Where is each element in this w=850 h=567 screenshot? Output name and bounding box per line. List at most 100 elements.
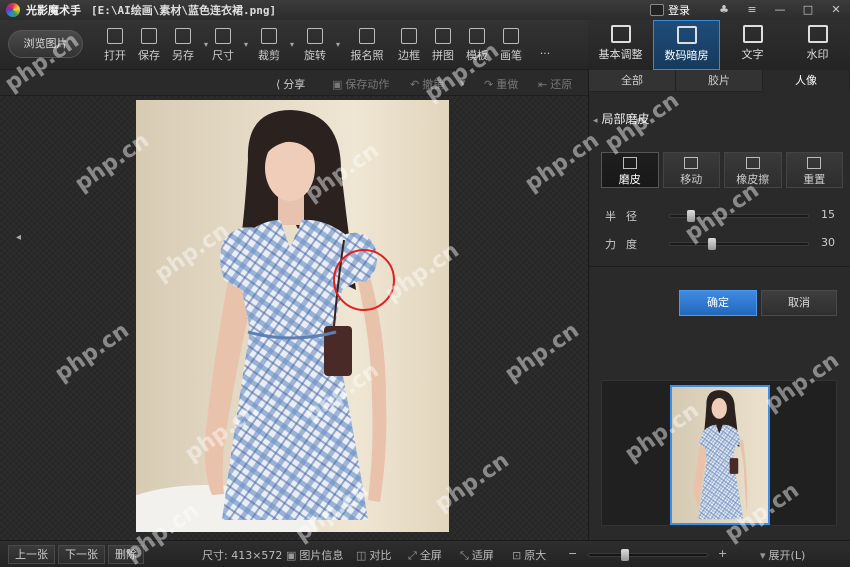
slider-label: 力度 [605, 238, 647, 251]
mode-label: 文字 [741, 48, 764, 61]
fit-screen-button[interactable]: ⤡ 适屏 [460, 547, 494, 563]
tool-brush[interactable]: 画笔 [494, 26, 528, 66]
zoom-slider-thumb[interactable] [621, 549, 629, 561]
section-header[interactable]: ◂ 局部磨皮 [593, 110, 650, 127]
tool-size[interactable]: 尺寸 ▾ [206, 26, 248, 66]
fit-screen-icon: ⤡ [460, 549, 469, 562]
slider-thumb[interactable] [708, 238, 716, 250]
button-label: 磨皮 [618, 173, 641, 186]
save-action-button[interactable]: ▣ 保存动作 [332, 76, 389, 92]
app-title: 光影魔术手 [26, 4, 81, 17]
slider-label: 半径 [605, 210, 647, 223]
tool-label: 裁剪 [258, 49, 280, 62]
mode-tab-digital-darkroom[interactable]: 数码暗房 [653, 20, 720, 70]
panel-tabs: 全部 胶片 人像 [589, 70, 850, 92]
expand-icon: ▾ [760, 549, 766, 562]
eraser-icon [745, 157, 760, 169]
file-path: [E:\AI绘画\素材\蓝色连衣裙.png] [91, 4, 277, 17]
mode-tab-basic-adjust[interactable]: 基本调整 [588, 20, 653, 70]
compare-button[interactable]: ◫ 对比 [356, 547, 391, 563]
tool-rotate[interactable]: 旋转 ▾ [298, 26, 340, 66]
maximize-button[interactable]: □ [794, 0, 822, 20]
border-icon [401, 28, 417, 44]
tool-open[interactable]: 打开 [98, 26, 132, 66]
save-as-icon [175, 28, 191, 44]
panel-tab[interactable]: 人像 [763, 70, 850, 92]
cancel-button[interactable]: 取消 [761, 290, 837, 316]
close-button[interactable]: ✕ [822, 0, 850, 20]
dropdown-caret-icon[interactable]: ▾ [290, 40, 294, 49]
crop-icon [261, 28, 277, 44]
share-button[interactable]: ⟨ 分享 [276, 76, 305, 92]
collapse-arrow-icon[interactable]: ◂ [16, 232, 21, 243]
panel-tab[interactable]: 胶片 [676, 70, 763, 92]
slider-value: 15 [821, 208, 835, 221]
thumbnail-illustration [693, 390, 748, 520]
panel-tab[interactable]: 全部 [589, 70, 676, 92]
menu-icon[interactable]: ≡ [738, 0, 766, 20]
original-size-label: 原大 [524, 549, 547, 562]
original-size-button[interactable]: ⊡ 原大 [512, 547, 546, 563]
reset-icon [807, 157, 822, 169]
confirm-button[interactable]: 确定 [679, 290, 757, 316]
zoom-in-button[interactable]: + [718, 547, 727, 560]
fullscreen-icon: ⤢ [408, 549, 417, 562]
save-action-label: 保存动作 [345, 78, 390, 91]
photo[interactable] [136, 100, 449, 532]
slider-track[interactable] [669, 210, 809, 222]
fit-screen-label: 适屏 [471, 549, 494, 562]
compare-label: 对比 [369, 549, 392, 562]
app-logo-icon [6, 3, 20, 17]
save-action-icon: ▣ [332, 78, 343, 91]
smooth-skin-button[interactable]: 磨皮 [601, 152, 659, 188]
smooth-skin-icon [622, 157, 637, 169]
mode-tab-text[interactable]: 文字 [720, 20, 785, 70]
prev-image-button[interactable]: 上一张 [8, 545, 55, 564]
image-canvas[interactable]: ◂ [0, 96, 588, 540]
minimize-button[interactable]: — [766, 0, 794, 20]
redo-button[interactable]: ↷ 重做 [484, 76, 518, 92]
next-image-button[interactable]: 下一张 [58, 545, 105, 564]
tool-label: 画笔 [500, 49, 522, 62]
tool-border[interactable]: 边框 [392, 26, 426, 66]
tool-template[interactable]: 模板 [460, 26, 494, 66]
skin-icon[interactable]: ♣ [710, 0, 738, 20]
eraser-button[interactable]: 橡皮擦 [724, 152, 782, 188]
restore-button[interactable]: ⇤ 还原 [538, 76, 572, 92]
mode-tab-watermark[interactable]: 水印 [785, 20, 850, 70]
slider-thumb[interactable] [687, 210, 695, 222]
image-info-button[interactable]: ▣ 图片信息 [286, 547, 343, 563]
share-label: 分享 [283, 78, 306, 91]
undo-dropdown-icon[interactable]: ▾ [460, 76, 466, 89]
tool-label: 拼图 [432, 49, 454, 62]
tool-save[interactable]: 保存 [132, 26, 166, 66]
tool-collage[interactable]: 拼图 [426, 26, 460, 66]
tool-save-as[interactable]: 另存 ▾ [166, 26, 208, 66]
move-button[interactable]: 移动 [662, 152, 720, 188]
slider-row: 半径 15 [605, 206, 835, 224]
tool-more[interactable]: ··· [528, 26, 562, 66]
dropdown-caret-icon[interactable]: ▾ [336, 40, 340, 49]
expand-button[interactable]: ▾ 展开(L) [760, 547, 805, 563]
redo-icon: ↷ [484, 78, 494, 91]
tool-crop[interactable]: 裁剪 ▾ [252, 26, 294, 66]
dropdown-caret-icon[interactable]: ▾ [244, 40, 248, 49]
navigator-thumbnail[interactable] [670, 385, 770, 525]
tool-id-photo[interactable]: 报名照 [350, 26, 384, 66]
reset-button[interactable]: 重置 [785, 152, 843, 188]
undo-button[interactable]: ↶ 撤销 [410, 76, 444, 92]
redo-label: 重做 [496, 78, 519, 91]
login-button[interactable]: 登录 [650, 2, 690, 18]
delete-button[interactable]: 删除 [108, 545, 144, 564]
login-label: 登录 [668, 4, 690, 17]
browse-images-button[interactable]: 浏览图片 [8, 30, 83, 58]
expand-label: 展开(L) [768, 549, 806, 562]
move-icon [684, 157, 699, 169]
zoom-out-button[interactable]: − [568, 547, 577, 560]
fullscreen-button[interactable]: ⤢ 全屏 [408, 547, 442, 563]
navigator-preview[interactable] [601, 380, 837, 526]
zoom-slider[interactable] [588, 549, 708, 561]
slider-track[interactable] [669, 238, 809, 250]
tool-label: 边框 [398, 49, 420, 62]
button-label: 移动 [680, 173, 703, 186]
